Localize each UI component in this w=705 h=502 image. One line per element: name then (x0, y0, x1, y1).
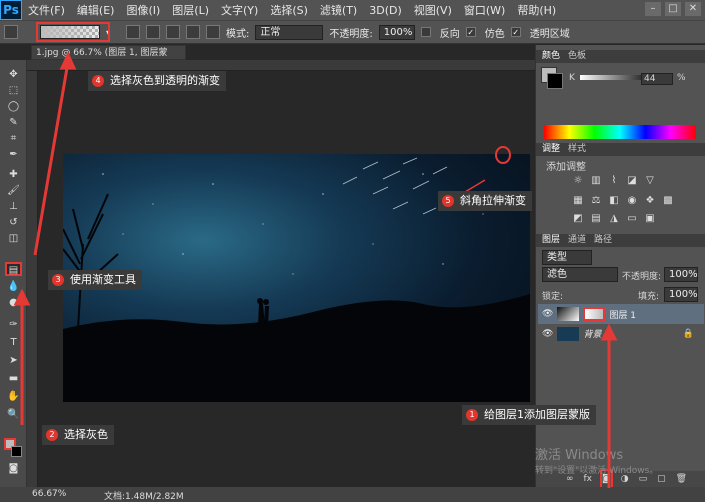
annotation-text: 斜角拉伸渐变 (460, 194, 526, 207)
annotation-text: 选择灰色到透明的渐变 (110, 74, 220, 87)
step-badge: 2 (46, 429, 58, 441)
step-badge: 4 (92, 75, 104, 87)
annotation-4: 4 选择灰色到透明的渐变 (88, 71, 226, 91)
annotation-text: 使用渐变工具 (70, 273, 136, 286)
step-badge: 1 (466, 409, 478, 421)
annotation-text: 选择灰色 (64, 428, 108, 441)
annotation-1: 1 给图层1添加图层蒙版 (462, 405, 596, 425)
annotation-text: 给图层1添加图层蒙版 (484, 408, 590, 421)
annotation-2: 2 选择灰色 (42, 425, 114, 445)
annotation-3: 3 使用渐变工具 (48, 270, 142, 290)
annotation-5: 5 斜角拉伸渐变 (438, 191, 532, 211)
step-badge: 3 (52, 274, 64, 286)
step-badge: 5 (442, 195, 454, 207)
